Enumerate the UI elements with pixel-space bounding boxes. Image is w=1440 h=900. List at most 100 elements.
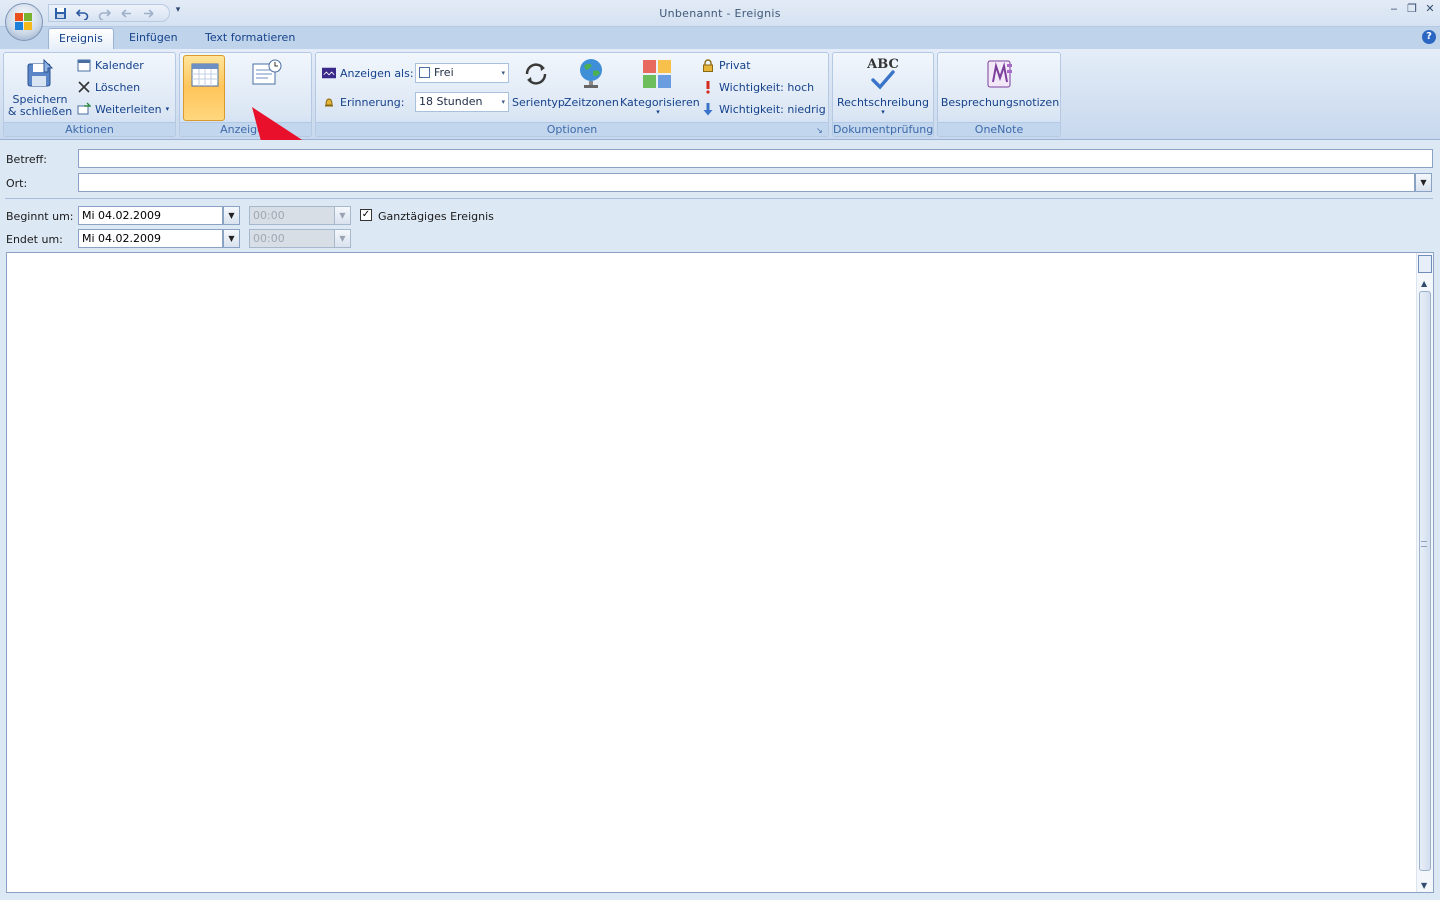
endet-time-dropdown[interactable]: ▼ <box>334 229 351 248</box>
tab-einfuegen[interactable]: Einfügen <box>119 28 188 50</box>
minimize-button[interactable]: ‒ <box>1388 2 1400 16</box>
scrollbar-thumb[interactable] <box>1419 291 1431 871</box>
rechtschreibung-dropdown-icon: ▾ <box>881 108 885 116</box>
weiterleiten-label: Weiterleiten <box>95 102 162 116</box>
forward-icon <box>77 102 91 116</box>
high-importance-icon <box>701 80 715 94</box>
privat-button[interactable]: Privat <box>701 58 751 72</box>
chevron-down-icon: ▾ <box>501 69 505 77</box>
anzeigen-als-value: Frei <box>434 66 454 79</box>
save-close-button[interactable]: Speichern & schließen <box>7 56 73 122</box>
next-icon[interactable] <box>141 6 155 20</box>
wichtigkeit-niedrig-button[interactable]: Wichtigkeit: niedrig <box>701 102 826 116</box>
help-icon[interactable]: ? <box>1422 30 1436 44</box>
ganztaegig-checkbox[interactable]: ✓ <box>360 209 372 221</box>
office-logo-icon <box>15 13 33 31</box>
serientyp-button[interactable]: Serientyp <box>512 56 565 122</box>
wichtigkeit-hoch-button[interactable]: Wichtigkeit: hoch <box>701 80 814 94</box>
group-label-optionen: Optionen <box>316 122 828 136</box>
loeschen-button[interactable]: Löschen <box>77 80 140 94</box>
dialog-launcher-icon[interactable]: ↘ <box>816 126 825 135</box>
scheduling-icon <box>252 59 282 85</box>
anzeigen-als-label: Anzeigen als: <box>340 66 414 80</box>
window-controls: ‒ ❐ ✕ <box>1388 2 1436 16</box>
beginnt-time-input[interactable]: 00:00 <box>249 206 335 225</box>
serientyp-label: Serientyp <box>512 96 565 109</box>
ruler-toggle-icon[interactable] <box>1418 255 1432 273</box>
wichtigkeit-hoch-label: Wichtigkeit: hoch <box>719 80 815 94</box>
delete-icon <box>77 80 91 94</box>
tab-ereignis[interactable]: Ereignis <box>48 28 114 50</box>
low-importance-icon <box>701 102 715 116</box>
group-label-onenote: OneNote <box>938 122 1060 136</box>
kalender-label: Kalender <box>95 58 144 72</box>
group-dokumentpruefung: ABC Rechtschreibung ▾ Dokumentprüfung <box>832 52 934 137</box>
group-anzeigen: Anzeigen <box>179 52 312 137</box>
save-icon[interactable] <box>53 6 67 20</box>
betreff-label: Betreff: <box>6 153 47 166</box>
endet-date-input[interactable]: Mi 04.02.2009 <box>78 229 223 248</box>
show-as-icon <box>322 66 336 80</box>
calendar-icon <box>77 58 91 72</box>
anzeigen-als-dropdown[interactable]: Frei ▾ <box>415 63 509 83</box>
kalender-button[interactable]: Kalender <box>77 58 144 72</box>
restore-button[interactable]: ❐ <box>1406 2 1418 16</box>
group-aktionen: Speichern & schließen Kalender Löschen W… <box>3 52 176 137</box>
betreff-input[interactable] <box>78 149 1433 168</box>
privat-label: Privat <box>719 58 751 72</box>
weiterleiten-button[interactable]: Weiterleiten ▾ <box>77 102 169 116</box>
ort-dropdown-button[interactable]: ▼ <box>1415 173 1432 192</box>
categorize-icon <box>643 60 671 88</box>
customize-qat-icon[interactable]: ▾ <box>172 5 184 19</box>
rechtschreibung-button[interactable]: ABC Rechtschreibung ▾ <box>835 56 931 122</box>
undo-icon[interactable] <box>75 6 89 20</box>
besprechungsnotizen-button[interactable]: Besprechungsnotizen <box>940 56 1060 122</box>
erinnerung-label: Erinnerung: <box>340 95 405 109</box>
group-optionen: Anzeigen als: Frei ▾ Erinnerung: 18 Stun… <box>315 52 829 137</box>
appointment-icon <box>191 63 219 87</box>
zeitzonen-button[interactable]: Zeitzonen <box>564 56 619 122</box>
quick-access-toolbar <box>48 4 170 22</box>
kategorisieren-button[interactable]: Kategorisieren ▾ <box>620 56 700 122</box>
zeitzonen-label: Zeitzonen <box>564 96 619 109</box>
endet-label: Endet um: <box>6 233 63 246</box>
besprechungsnotizen-label: Besprechungsnotizen <box>940 96 1060 109</box>
beginnt-date-input[interactable]: Mi 04.02.2009 <box>78 206 223 225</box>
scroll-grip-icon <box>1421 541 1427 547</box>
beginnt-time-dropdown[interactable]: ▼ <box>334 206 351 225</box>
vertical-scrollbar[interactable]: ▲ ▼ <box>1416 253 1433 892</box>
notes-body-editor[interactable]: ▲ ▼ <box>6 252 1434 893</box>
lock-icon <box>701 58 715 72</box>
onenote-icon <box>987 60 1012 88</box>
group-label-anzeigen: Anzeigen <box>180 122 311 136</box>
ribbon: Speichern & schließen Kalender Löschen W… <box>0 49 1440 191</box>
wichtigkeit-niedrig-label: Wichtigkeit: niedrig <box>719 102 826 116</box>
erinnerung-control: Erinnerung: <box>322 95 404 109</box>
redo-icon[interactable] <box>97 6 111 20</box>
previous-icon[interactable] <box>119 6 133 20</box>
scroll-up-icon[interactable]: ▲ <box>1421 279 1427 288</box>
group-label-aktionen: Aktionen <box>4 122 175 136</box>
window-title: Unbenannt - Ereignis <box>659 7 781 20</box>
chevron-down-icon: ▾ <box>501 98 505 106</box>
ort-label: Ort: <box>6 177 28 190</box>
endet-time-input[interactable]: 00:00 <box>249 229 335 248</box>
erinnerung-dropdown[interactable]: 18 Stunden ▾ <box>415 92 509 112</box>
appointment-view-button[interactable] <box>183 55 225 121</box>
ribbon-tabs: Ereignis Einfügen Text formatieren ? <box>0 27 1440 50</box>
ort-input[interactable] <box>78 173 1415 192</box>
save-close-label-2: & schließen <box>7 105 73 118</box>
tab-text-formatieren[interactable]: Text formatieren <box>195 28 305 50</box>
globe-icon <box>580 59 602 88</box>
scroll-down-icon[interactable]: ▼ <box>1421 881 1427 890</box>
beginnt-label: Beginnt um: <box>6 210 74 223</box>
group-onenote: Besprechungsnotizen OneNote <box>937 52 1061 137</box>
spelling-check-icon <box>871 70 895 90</box>
divider <box>5 198 1433 199</box>
close-button[interactable]: ✕ <box>1424 2 1436 16</box>
bell-icon <box>322 95 336 109</box>
office-button[interactable] <box>5 3 43 41</box>
scheduling-view-button[interactable] <box>246 55 288 121</box>
beginnt-date-dropdown[interactable]: ▼ <box>223 206 240 225</box>
endet-date-dropdown[interactable]: ▼ <box>223 229 240 248</box>
